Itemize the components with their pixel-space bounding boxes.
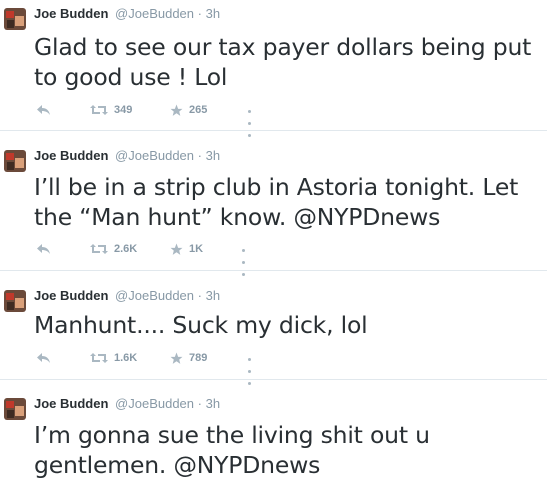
tweet-text: Glad to see our tax payer dollars being … (34, 33, 532, 91)
star-icon (170, 352, 183, 364)
retweet-icon (90, 105, 108, 115)
tweet-header: Joe Budden @JoeBudden · 3h (34, 288, 220, 304)
retweet-count: 349 (114, 104, 133, 116)
tweet-header: Joe Budden @JoeBudden · 3h (34, 396, 220, 412)
timestamp[interactable]: 3h (206, 288, 220, 303)
tweet-header: Joe Budden @JoeBudden · 3h (34, 6, 220, 22)
retweet-icon (90, 353, 108, 363)
reply-icon (37, 353, 50, 363)
reply-button[interactable] (36, 241, 51, 257)
retweet-count: 1.6K (114, 352, 138, 364)
tweet: Joe Budden @JoeBudden · 3h I’m gonna sue… (0, 396, 547, 480)
tweet: Joe Budden @JoeBudden · 3h I’ll be in a … (0, 148, 547, 276)
more-icon (248, 357, 251, 361)
reply-icon (37, 244, 50, 254)
divider (0, 379, 547, 380)
star-icon (170, 104, 183, 116)
more-button[interactable] (242, 244, 247, 280)
separator: · (197, 148, 202, 163)
tweet-text: I’ll be in a strip club in Astoria tonig… (34, 173, 519, 231)
divider (0, 270, 547, 271)
timestamp[interactable]: 3h (206, 148, 220, 163)
avatar[interactable] (4, 398, 26, 420)
retweet-count: 2.6K (114, 243, 138, 255)
tweet-header: Joe Budden @JoeBudden · 3h (34, 148, 220, 164)
separator: · (197, 6, 202, 21)
retweet-button[interactable]: 1.6K (90, 350, 137, 366)
avatar[interactable] (4, 150, 26, 172)
more-icon (248, 109, 251, 113)
author-handle[interactable]: @JoeBudden (115, 6, 194, 21)
reply-icon (37, 105, 50, 115)
tweet: Joe Budden @JoeBudden · 3h Manhunt.... S… (0, 288, 547, 385)
timestamp[interactable]: 3h (206, 6, 220, 21)
tweet-text: Manhunt.... Suck my dick, lol (34, 311, 368, 339)
retweet-button[interactable]: 349 (90, 102, 132, 118)
author-handle[interactable]: @JoeBudden (115, 148, 194, 163)
author-name[interactable]: Joe Budden (34, 288, 108, 303)
favorite-button[interactable]: 1K (170, 241, 203, 257)
author-name[interactable]: Joe Budden (34, 396, 108, 411)
favorite-button[interactable]: 265 (170, 102, 207, 118)
reply-button[interactable] (36, 350, 51, 366)
star-icon (170, 243, 183, 255)
author-handle[interactable]: @JoeBudden (115, 288, 194, 303)
more-button[interactable] (248, 105, 253, 141)
retweet-button[interactable]: 2.6K (90, 241, 137, 257)
separator: · (197, 288, 202, 303)
favorite-button[interactable]: 789 (170, 350, 207, 366)
more-icon (242, 248, 245, 252)
favorite-count: 265 (189, 104, 208, 116)
author-handle[interactable]: @JoeBudden (115, 396, 194, 411)
more-button[interactable] (248, 353, 253, 389)
tweet: Joe Budden @JoeBudden · 3h Glad to see o… (0, 6, 547, 137)
author-name[interactable]: Joe Budden (34, 6, 108, 21)
avatar[interactable] (4, 290, 26, 312)
reply-button[interactable] (36, 102, 51, 118)
separator: · (197, 396, 202, 411)
retweet-icon (90, 244, 108, 254)
tweet-text: I’m gonna sue the living shit out u gent… (34, 421, 430, 479)
author-name[interactable]: Joe Budden (34, 148, 108, 163)
divider (0, 130, 547, 131)
timestamp[interactable]: 3h (206, 396, 220, 411)
avatar[interactable] (4, 8, 26, 30)
favorite-count: 789 (189, 352, 208, 364)
favorite-count: 1K (189, 243, 204, 255)
